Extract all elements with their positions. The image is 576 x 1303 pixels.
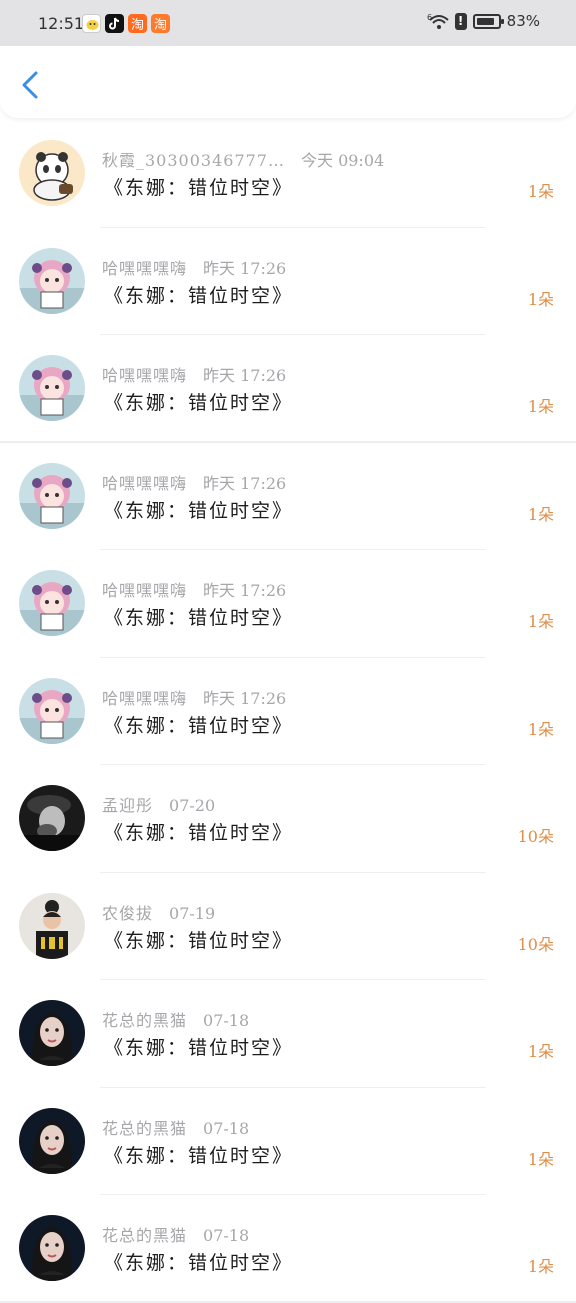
status-bar: 12:51 淘 淘 6 ! 83% [0,0,576,46]
sender-name: 孟迎彤 [102,796,154,815]
book-title: 《东娜：错位时空》 [104,284,294,307]
list-item[interactable]: 秋霞_30300346777… 今天 09:04 《东娜：错位时空》 1朵 [0,120,576,228]
timestamp: 昨天 17:26 [203,581,287,600]
flower-count: 1朵 [527,1257,554,1276]
item-meta: 哈嘿嘿嘿嗨 昨天 17:26 [102,255,286,279]
svg-text:6: 6 [427,13,432,22]
header [0,46,576,118]
list-item[interactable]: 花总的黑猫 07-18 《东娜：错位时空》 1朵 [0,1195,576,1303]
book-title: 《东娜：错位时空》 [104,1144,294,1167]
list-item[interactable]: 农俊拔 07-19 《东娜：错位时空》 10朵 [0,873,576,981]
timestamp: 07-19 [169,903,216,923]
list-item[interactable]: 哈嘿嘿嘿嗨 昨天 17:26 《东娜：错位时空》 1朵 [0,335,576,443]
alert-icon: ! [454,12,467,30]
avatar[interactable] [19,247,85,314]
avatar[interactable] [19,1107,85,1174]
item-meta: 哈嘿嘿嘿嗨 昨天 17:26 [102,577,286,601]
item-meta: 哈嘿嘿嘿嗨 昨天 17:26 [102,685,286,709]
wifi-icon: 6 [427,13,449,29]
avatar[interactable] [19,677,85,744]
battery-percent: 83% [506,12,540,30]
list-item[interactable]: 哈嘿嘿嘿嗨 昨天 17:26 《东娜：错位时空》 1朵 [0,443,576,551]
timestamp: 07-20 [169,796,216,815]
timestamp: 07-18 [203,1011,250,1030]
notification-icons: 淘 淘 [82,14,170,33]
sender-name: 哈嘿嘿嘿嗨 [102,258,188,278]
sender-name: 哈嘿嘿嘿嗨 [102,473,188,493]
item-meta: 哈嘿嘿嘿嗨 昨天 17:26 [102,362,286,386]
timestamp: 07-18 [203,1118,250,1138]
book-title: 《东娜：错位时空》 [104,1252,294,1274]
timestamp: 今天 09:04 [300,151,385,170]
book-title: 《东娜：错位时空》 [104,392,294,414]
item-meta: 秋霞_30300346777… 今天 09:04 [102,147,384,171]
item-meta: 哈嘿嘿嘿嗨 昨天 17:26 [102,470,286,494]
sender-name: 农俊拔 [102,903,154,923]
flower-count: 1朵 [527,1149,554,1169]
avatar[interactable] [19,1215,85,1281]
status-time: 12:51 [38,14,85,33]
book-title: 《东娜：错位时空》 [104,1037,294,1059]
timestamp: 07-18 [203,1226,250,1245]
book-title: 《东娜：错位时空》 [104,822,294,844]
item-meta: 花总的黑猫 07-18 [102,1115,249,1139]
flower-count: 10朵 [517,827,554,846]
book-title: 《东娜：错位时空》 [104,714,294,737]
avatar[interactable] [19,1000,85,1066]
list-item[interactable]: 哈嘿嘿嘿嗨 昨天 17:26 《东娜：错位时空》 1朵 [0,550,576,658]
list-item[interactable]: 花总的黑猫 07-18 《东娜：错位时空》 1朵 [0,980,576,1088]
sender-name: 花总的黑猫 [102,1226,188,1245]
svg-text:淘: 淘 [131,18,144,33]
avatar[interactable] [19,892,85,959]
book-title: 《东娜：错位时空》 [104,607,294,629]
battery-icon [472,13,504,29]
timestamp: 昨天 17:26 [203,258,287,278]
taobao-icon: 淘 [128,14,147,33]
flower-count: 1朵 [527,504,554,524]
sender-name: 花总的黑猫 [102,1011,188,1030]
item-meta: 花总的黑猫 07-18 [102,1007,249,1031]
avatar[interactable] [19,462,85,529]
flower-count: 1朵 [527,182,554,201]
gift-record-list: 秋霞_30300346777… 今天 09:04 《东娜：错位时空》 1朵 哈嘿嘿嘿嗨昨… [0,120,576,1303]
back-button[interactable] [16,68,46,102]
sender-name: 哈嘿嘿嘿嗨 [102,688,188,708]
flower-count: 10朵 [517,934,554,954]
timestamp: 昨天 17:26 [203,473,287,493]
avatar[interactable] [19,785,85,851]
chevron-left-icon [22,71,38,99]
flower-count: 1朵 [527,1042,554,1061]
list-item[interactable]: 哈嘿嘿嘿嗨 昨天 17:26 《东娜：错位时空》 1朵 [0,658,576,766]
sender-name: 哈嘿嘿嘿嗨 [102,581,188,600]
status-right: 6 ! 83% [427,12,540,30]
avatar[interactable] [19,355,85,421]
flower-count: 1朵 [527,612,554,631]
book-title: 《东娜：错位时空》 [104,177,294,199]
list-item[interactable]: 花总的黑猫 07-18 《东娜：错位时空》 1朵 [0,1088,576,1196]
flower-count: 1朵 [527,397,554,416]
book-title: 《东娜：错位时空》 [104,929,294,952]
timestamp: 昨天 17:26 [203,366,287,385]
tiktok-icon [105,14,124,33]
flower-count: 1朵 [527,719,554,739]
list-item[interactable]: 哈嘿嘿嘿嗨 昨天 17:26 《东娜：错位时空》 1朵 [0,228,576,336]
sender-name: 花总的黑猫 [102,1118,188,1138]
avatar[interactable] [19,570,85,636]
sender-name: 秋霞_30300346777… [102,151,285,170]
item-meta: 花总的黑猫 07-18 [102,1222,249,1246]
book-title: 《东娜：错位时空》 [104,499,294,522]
taobao-alt-icon: 淘 [151,14,170,33]
flower-count: 1朵 [527,289,554,309]
svg-text:淘: 淘 [154,18,167,33]
avatar[interactable] [19,140,85,206]
sender-name: 哈嘿嘿嘿嗨 [102,366,188,385]
list-item[interactable]: 孟迎彤 07-20 《东娜：错位时空》 10朵 [0,765,576,873]
wechat-icon [82,14,101,33]
item-meta: 农俊拔 07-19 [102,900,215,924]
item-meta: 孟迎彤 07-20 [102,792,215,816]
timestamp: 昨天 17:26 [203,688,287,708]
